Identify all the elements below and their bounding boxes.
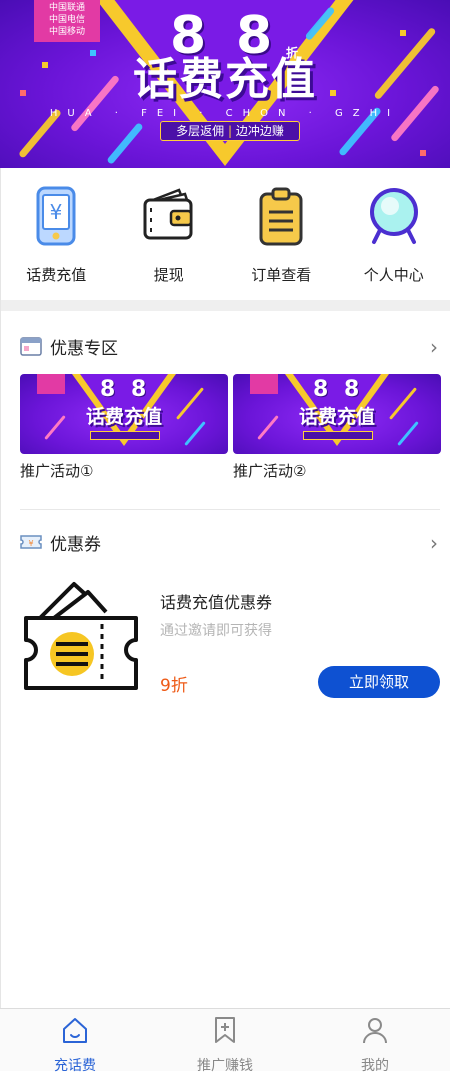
wallet-icon	[139, 186, 199, 246]
nav-mine-label: 我的	[300, 1055, 450, 1075]
action-withdraw-label: 提现	[113, 264, 226, 285]
action-withdraw[interactable]: 提现	[113, 168, 226, 300]
page-edge	[0, 168, 1, 1008]
section-gap	[0, 300, 450, 311]
slogan-left: 多层返佣	[176, 124, 224, 138]
quick-actions: ¥ 话费充值 提现 订单查看 个人中心	[0, 168, 450, 300]
operator-mobile: 中国移动	[34, 26, 100, 38]
mini-title: 话费充值	[20, 402, 228, 429]
coupon-name: 话费充值优惠券	[160, 589, 272, 613]
nav-recharge-label: 充话费	[0, 1055, 150, 1075]
operators-badge: 中国联通 中国电信 中国移动	[34, 0, 100, 42]
coupon-desc: 通过邀请即可获得	[160, 620, 272, 640]
claim-coupon-button[interactable]: 立即领取	[318, 666, 440, 698]
mini-digits: 8 8	[100, 377, 150, 402]
promo-banner-2: 8 8 话费充值	[233, 374, 441, 454]
operator-telecom: 中国电信	[34, 14, 100, 26]
mini-slogan	[303, 431, 373, 440]
coupon-ticket-icon	[22, 578, 140, 696]
promotions-header[interactable]: 优惠专区 ›	[20, 333, 440, 359]
chevron-right-icon[interactable]: ›	[430, 531, 438, 555]
user-circle-icon	[364, 186, 424, 246]
ticket-icon: ¥	[20, 533, 42, 551]
banner-confetti	[400, 30, 406, 36]
action-recharge[interactable]: ¥ 话费充值	[0, 168, 113, 300]
action-recharge-label: 话费充值	[0, 264, 113, 285]
banner-pinyin: HUA · FEI · CHON · GZHI	[0, 108, 450, 119]
chevron-right-icon[interactable]: ›	[430, 335, 438, 359]
nav-promote[interactable]: 推广赚钱	[150, 1009, 300, 1071]
banner-title: 话费充值	[0, 58, 450, 102]
svg-text:¥: ¥	[50, 200, 63, 224]
section-divider	[20, 509, 440, 510]
home-icon	[60, 1015, 90, 1045]
promo-card-2[interactable]: 8 8 话费充值 推广活动②	[233, 374, 441, 481]
mini-digits: 8 8	[313, 377, 363, 402]
banner-slogan: 多层返佣 | 边冲边赚	[160, 121, 300, 141]
banner-confetti	[420, 150, 426, 156]
user-icon	[360, 1015, 390, 1045]
bookmark-plus-icon	[210, 1015, 240, 1045]
coupons-title: 优惠券	[50, 530, 101, 555]
bottom-nav: 充话费 推广赚钱 我的	[0, 1008, 450, 1071]
promo-card-1[interactable]: 8 8 话费充值 推广活动①	[20, 374, 228, 481]
mini-title: 话费充值	[233, 402, 441, 429]
hero-banner[interactable]: 中国联通 中国电信 中国移动 8 8 折 话费充值 HUA · FEI · CH…	[0, 0, 450, 168]
nav-recharge[interactable]: 充话费	[0, 1009, 150, 1071]
mini-operator-badge	[37, 374, 65, 394]
banner-confetti	[90, 50, 96, 56]
promo-caption-1: 推广活动①	[20, 460, 228, 481]
promo-caption-2: 推广活动②	[233, 460, 441, 481]
phone-yuan-icon: ¥	[26, 186, 86, 246]
nav-mine[interactable]: 我的	[300, 1009, 450, 1071]
action-orders[interactable]: 订单查看	[225, 168, 338, 300]
clipboard-icon	[251, 186, 311, 246]
nav-promote-label: 推广赚钱	[150, 1055, 300, 1075]
mini-slogan	[90, 431, 160, 440]
action-orders-label: 订单查看	[225, 264, 338, 285]
slogan-separator: |	[228, 124, 232, 138]
calendar-icon	[20, 336, 42, 356]
operator-unicom: 中国联通	[34, 2, 100, 14]
coupon-discount: 9折	[160, 671, 188, 696]
mini-operator-badge	[250, 374, 278, 394]
action-profile[interactable]: 个人中心	[338, 168, 450, 300]
promotions-title: 优惠专区	[50, 334, 118, 359]
promo-banner-1: 8 8 话费充值	[20, 374, 228, 454]
slogan-right: 边冲边赚	[236, 124, 284, 138]
coupons-header[interactable]: ¥ 优惠券 ›	[20, 529, 440, 555]
svg-text:¥: ¥	[28, 539, 33, 548]
action-profile-label: 个人中心	[338, 264, 450, 285]
